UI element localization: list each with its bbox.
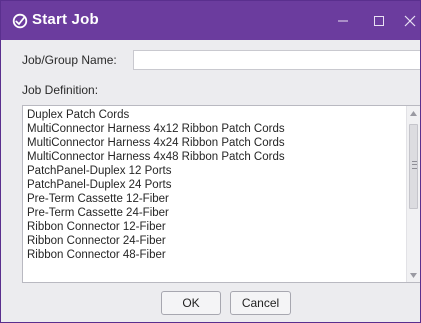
start-job-icon [12,13,28,29]
list-item[interactable]: MultiConnector Harness 4x24 Ribbon Patch… [23,136,406,150]
cancel-button[interactable]: Cancel [230,291,291,315]
list-item[interactable]: MultiConnector Harness 4x48 Ribbon Patch… [23,150,406,164]
list-item[interactable]: Pre-Term Cassette 12-Fiber [23,192,406,206]
ok-button[interactable]: OK [161,291,221,315]
maximize-button[interactable] [361,1,397,40]
scroll-grip-icon [412,161,417,169]
scroll-down-button[interactable] [407,268,420,282]
job-group-name-label: Job/Group Name: [22,53,117,67]
title-bar[interactable]: Start Job [1,1,420,40]
list-item[interactable]: MultiConnector Harness 4x12 Ribbon Patch… [23,122,406,136]
list-item[interactable]: PatchPanel-Duplex 12 Ports [23,164,406,178]
maximize-icon [374,15,384,26]
list-item[interactable]: Ribbon Connector 12-Fiber [23,220,406,234]
vertical-scrollbar[interactable] [406,106,420,282]
job-group-name-input[interactable] [133,50,420,70]
close-button[interactable] [397,1,420,40]
minimize-icon [338,20,348,21]
close-icon [404,15,415,26]
window-title: Start Job [32,11,99,28]
list-item[interactable]: Duplex Patch Cords [23,108,406,122]
scroll-thumb[interactable] [409,124,418,209]
scroll-down-arrow-icon [410,272,417,278]
scroll-up-button[interactable] [407,106,420,120]
scroll-up-arrow-icon [410,110,417,116]
minimize-button[interactable] [325,1,361,40]
list-item[interactable]: Pre-Term Cassette 24-Fiber [23,206,406,220]
job-definition-items: Duplex Patch Cords MultiConnector Harnes… [23,108,406,262]
list-item[interactable]: PatchPanel-Duplex 24 Ports [23,178,406,192]
start-job-dialog: Start Job Job/Group Name: Job Definition… [0,0,421,323]
list-item[interactable]: Ribbon Connector 48-Fiber [23,248,406,262]
job-definition-label: Job Definition: [22,83,99,97]
list-item[interactable]: Ribbon Connector 24-Fiber [23,234,406,248]
job-definition-list[interactable]: Duplex Patch Cords MultiConnector Harnes… [22,105,420,283]
